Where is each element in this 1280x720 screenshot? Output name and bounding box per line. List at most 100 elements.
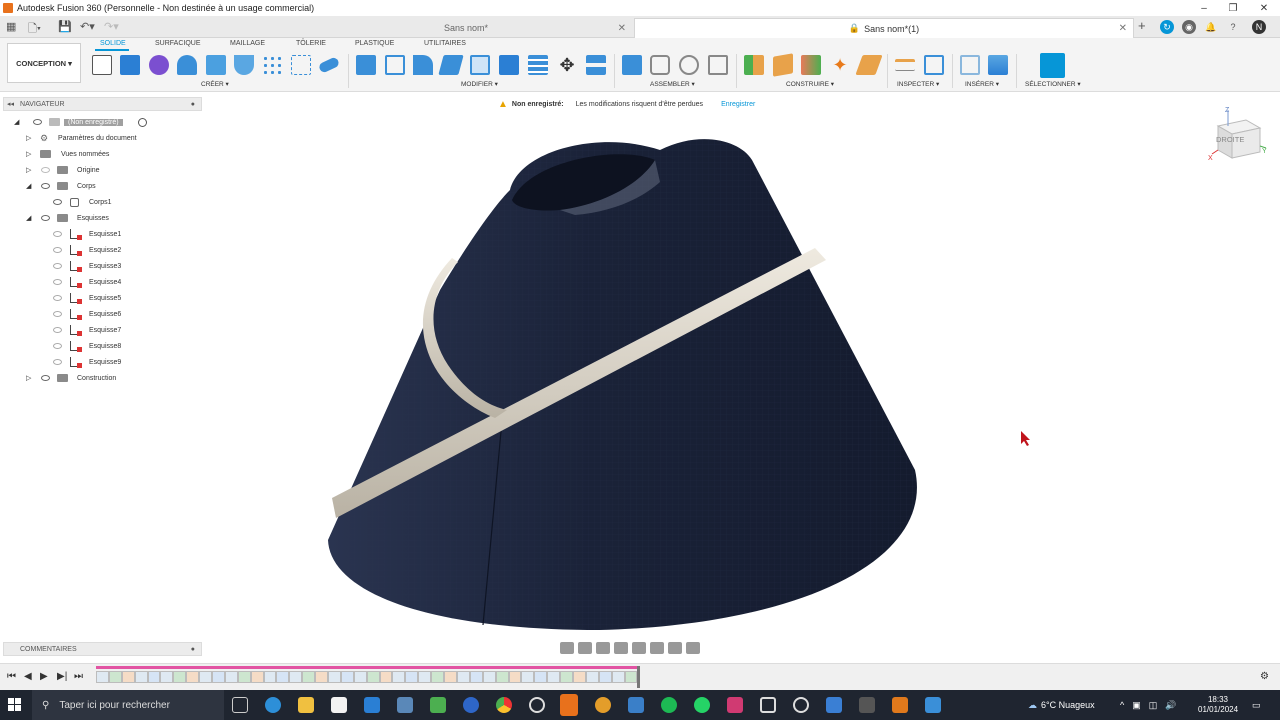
timeline-feature-icon[interactable] bbox=[160, 671, 174, 683]
app-outline-icon[interactable] bbox=[760, 697, 776, 713]
view-cube[interactable]: DROITE Z Y X bbox=[1208, 106, 1270, 164]
display-settings-icon[interactable] bbox=[650, 641, 664, 654]
timeline-next-icon[interactable]: ▶| bbox=[57, 671, 67, 682]
grid-settings-icon[interactable] bbox=[668, 641, 682, 654]
app-orange-icon[interactable] bbox=[595, 697, 611, 713]
network-icon[interactable]: ◫ bbox=[1149, 700, 1158, 711]
timeline-feature-icon[interactable] bbox=[302, 671, 316, 683]
mail-icon[interactable] bbox=[364, 697, 380, 713]
timeline-play-icon[interactable]: ▶ bbox=[40, 671, 48, 682]
timeline-feature-icon[interactable] bbox=[173, 671, 187, 683]
calculator-icon[interactable] bbox=[397, 697, 413, 713]
timeline-feature-icon[interactable] bbox=[250, 671, 264, 683]
app-white-icon[interactable] bbox=[529, 697, 545, 713]
timeline-feature-icon[interactable] bbox=[611, 671, 625, 683]
cloud-icon: ☁ bbox=[1028, 699, 1037, 710]
timeline-feature-icon[interactable] bbox=[521, 671, 535, 683]
tray-app-icon[interactable]: ▣ bbox=[1132, 700, 1141, 711]
axis-x-label: X bbox=[1208, 155, 1213, 162]
cone-body[interactable] bbox=[328, 139, 917, 630]
timeline-feature-icon[interactable] bbox=[199, 671, 213, 683]
spotify-icon[interactable] bbox=[661, 697, 677, 713]
timeline-marker[interactable] bbox=[637, 666, 640, 688]
timeline-feature-icon[interactable] bbox=[96, 671, 109, 683]
pan-icon[interactable] bbox=[596, 641, 610, 654]
weather-widget[interactable]: ☁ 6°C Nuageux bbox=[1028, 690, 1095, 720]
timeline-feature-icon[interactable] bbox=[328, 671, 341, 683]
timeline-feature-icon[interactable] bbox=[508, 671, 522, 683]
viewport-canvas[interactable] bbox=[0, 0, 1280, 720]
task-view-icon[interactable] bbox=[232, 697, 248, 713]
timeline-feature-icon[interactable] bbox=[237, 671, 251, 683]
app-blue-icon[interactable] bbox=[463, 697, 479, 713]
weather-text: 6°C Nuageux bbox=[1041, 700, 1095, 710]
timeline-feature-icon[interactable] bbox=[560, 671, 573, 683]
timeline-feature-icon[interactable] bbox=[598, 671, 612, 683]
timeline-feature-icon[interactable] bbox=[405, 671, 419, 683]
timeline-end-icon[interactable]: ⏭ bbox=[74, 671, 83, 682]
timeline: ⏮ ◀ ▶ ▶| ⏭ ⚙ bbox=[0, 663, 1280, 690]
app-pink-icon[interactable] bbox=[727, 697, 743, 713]
fusion-taskbar-icon[interactable] bbox=[560, 694, 578, 716]
clock[interactable]: 18:33 01/01/2024 bbox=[1198, 695, 1238, 715]
timeline-feature-icon[interactable] bbox=[108, 671, 122, 683]
windows-start-icon[interactable] bbox=[8, 698, 22, 712]
timeline-progress-bar bbox=[96, 666, 640, 669]
app-c-icon[interactable] bbox=[826, 697, 842, 713]
axis-y-label: Y bbox=[1262, 148, 1267, 155]
timeline-feature-icon[interactable] bbox=[469, 671, 483, 683]
timeline-feature-icon[interactable] bbox=[482, 671, 496, 683]
app-green-icon[interactable] bbox=[430, 697, 446, 713]
chrome-icon[interactable] bbox=[496, 697, 512, 713]
store-icon[interactable] bbox=[331, 697, 347, 713]
timeline-feature-icon[interactable] bbox=[379, 671, 393, 683]
timeline-feature-icon[interactable] bbox=[585, 671, 599, 683]
timeline-feature-icon[interactable] bbox=[456, 671, 470, 683]
app-blue2-icon[interactable] bbox=[925, 697, 941, 713]
timeline-feature-icon[interactable] bbox=[624, 671, 638, 683]
timeline-feature-icon[interactable] bbox=[212, 671, 225, 683]
timeline-feature-icon[interactable] bbox=[534, 671, 548, 683]
timeline-feature-icon[interactable] bbox=[547, 671, 561, 683]
timeline-feature-icon[interactable] bbox=[366, 671, 380, 683]
timeline-feature-icon[interactable] bbox=[134, 671, 148, 683]
app-orange2-icon[interactable] bbox=[892, 697, 908, 713]
system-tray: ^ ▣ ◫ 🔊 bbox=[1120, 690, 1176, 720]
app-clock-icon[interactable] bbox=[793, 697, 809, 713]
timeline-feature-icon[interactable] bbox=[276, 671, 290, 683]
timeline-feature-icon[interactable] bbox=[315, 671, 329, 683]
timeline-feature-icon[interactable] bbox=[495, 671, 509, 683]
timeline-start-icon[interactable]: ⏮ bbox=[7, 671, 16, 682]
orbit-icon[interactable] bbox=[560, 641, 574, 654]
timeline-feature-icon[interactable] bbox=[418, 671, 432, 683]
notification-center-icon[interactable]: ▭ bbox=[1252, 690, 1261, 720]
timeline-prev-icon[interactable]: ◀ bbox=[24, 671, 32, 682]
look-at-icon[interactable] bbox=[578, 641, 592, 654]
file-explorer-icon[interactable] bbox=[298, 697, 314, 713]
volume-icon[interactable]: 🔊 bbox=[1165, 700, 1176, 711]
timeline-feature-icon[interactable] bbox=[431, 671, 445, 683]
comments-panel[interactable]: COMMENTAIRES ● bbox=[3, 642, 202, 656]
add-comment-icon[interactable]: ● bbox=[191, 646, 195, 653]
timeline-feature-icon[interactable] bbox=[392, 671, 406, 683]
tray-expand-icon[interactable]: ^ bbox=[1120, 700, 1124, 710]
app-monitor-icon[interactable] bbox=[628, 697, 644, 713]
viewports-icon[interactable] bbox=[686, 641, 700, 654]
timeline-feature-icon[interactable] bbox=[147, 671, 161, 683]
whatsapp-icon[interactable] bbox=[694, 697, 710, 713]
timeline-feature-icon[interactable] bbox=[572, 671, 586, 683]
timeline-feature-icon[interactable] bbox=[353, 671, 367, 683]
timeline-feature-icon[interactable] bbox=[444, 671, 457, 683]
app-gray-icon[interactable] bbox=[859, 697, 875, 713]
timeline-feature-icon[interactable] bbox=[340, 671, 354, 683]
timeline-feature-icon[interactable] bbox=[121, 671, 135, 683]
timeline-feature-icon[interactable] bbox=[289, 671, 303, 683]
taskbar-search[interactable]: ⚲ Taper ici pour rechercher bbox=[32, 690, 224, 720]
timeline-feature-icon[interactable] bbox=[263, 671, 277, 683]
zoom-icon[interactable] bbox=[614, 641, 628, 654]
edge-icon[interactable] bbox=[265, 697, 281, 713]
fit-icon[interactable] bbox=[632, 641, 646, 654]
timeline-feature-icon[interactable] bbox=[186, 671, 200, 683]
timeline-feature-icon[interactable] bbox=[224, 671, 238, 683]
timeline-settings-icon[interactable]: ⚙ bbox=[1260, 671, 1269, 682]
